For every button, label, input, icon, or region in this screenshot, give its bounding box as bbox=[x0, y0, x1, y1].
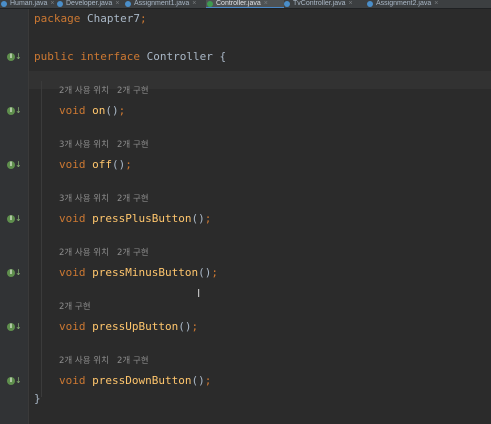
close-icon[interactable]: × bbox=[349, 0, 353, 7]
method-declaration[interactable]: void pressDownButton(); bbox=[34, 374, 211, 388]
tab-assignment1[interactable]: Assignment1.java × bbox=[124, 0, 206, 8]
usage-hint[interactable]: 2개 사용 위치 2개 구현 bbox=[59, 86, 149, 97]
close-icon[interactable]: × bbox=[115, 0, 119, 7]
close-icon[interactable]: × bbox=[50, 0, 54, 7]
implemented-down-arrow-icon[interactable]: I ↓ bbox=[7, 52, 22, 62]
usage-hint[interactable]: 3개 사용 위치 2개 구현 bbox=[59, 140, 149, 151]
tab-tvcontroller[interactable]: TvController.java × bbox=[283, 0, 369, 8]
package-declaration[interactable]: package Chapter7; bbox=[34, 12, 147, 26]
class-file-icon bbox=[367, 1, 373, 7]
tab-human[interactable]: Human.java × bbox=[0, 0, 57, 8]
implemented-down-arrow-icon[interactable]: I ↓ bbox=[7, 160, 22, 170]
method-declaration[interactable]: void on(); bbox=[34, 104, 125, 118]
method-declaration[interactable]: void off(); bbox=[34, 158, 132, 172]
indent-guide bbox=[41, 81, 42, 397]
class-file-icon bbox=[125, 1, 131, 7]
method-declaration[interactable]: void pressPlusButton(); bbox=[34, 212, 211, 226]
implemented-down-arrow-icon[interactable]: I ↓ bbox=[7, 214, 22, 224]
interface-declaration[interactable]: public interface Controller { bbox=[34, 50, 226, 64]
usage-hint[interactable]: 2개 구현 bbox=[59, 302, 91, 313]
usage-hint[interactable]: 3개 사용 위치 2개 구현 bbox=[59, 194, 149, 205]
method-declaration[interactable]: void pressMinusButton(); bbox=[34, 266, 218, 280]
code-editor[interactable]: package Chapter7; public interface Contr… bbox=[29, 9, 491, 424]
text-cursor-icon: I bbox=[197, 287, 201, 300]
usage-hint[interactable]: 2개 사용 위치 2개 구현 bbox=[59, 356, 149, 367]
class-file-icon bbox=[1, 1, 7, 7]
tab-developer[interactable]: Developer.java × bbox=[56, 0, 125, 8]
implemented-down-arrow-icon[interactable]: I ↓ bbox=[7, 376, 22, 386]
class-file-icon bbox=[57, 1, 63, 7]
closing-brace[interactable]: } bbox=[34, 392, 41, 406]
implemented-down-arrow-icon[interactable]: I ↓ bbox=[7, 106, 22, 116]
tab-assignment2[interactable]: Assignment2.java × bbox=[366, 0, 456, 8]
implemented-down-arrow-icon[interactable]: I ↓ bbox=[7, 322, 22, 332]
close-icon[interactable]: × bbox=[434, 0, 438, 7]
editor-tab-bar: Human.java × Developer.java × Assignment1.… bbox=[0, 0, 491, 9]
tab-controller[interactable]: Controller.java × bbox=[206, 0, 284, 8]
implemented-down-arrow-icon[interactable]: I ↓ bbox=[7, 268, 22, 278]
class-file-icon bbox=[284, 1, 290, 7]
close-icon[interactable]: × bbox=[192, 0, 196, 7]
method-declaration[interactable]: void pressUpButton(); bbox=[34, 320, 198, 334]
usage-hint[interactable]: 2개 사용 위치 2개 구현 bbox=[59, 248, 149, 259]
interface-file-icon bbox=[207, 1, 213, 7]
close-icon[interactable]: × bbox=[264, 0, 268, 7]
editor-gutter: I ↓ I ↓ I ↓ I ↓ I ↓ I ↓ I ↓ bbox=[0, 9, 29, 424]
